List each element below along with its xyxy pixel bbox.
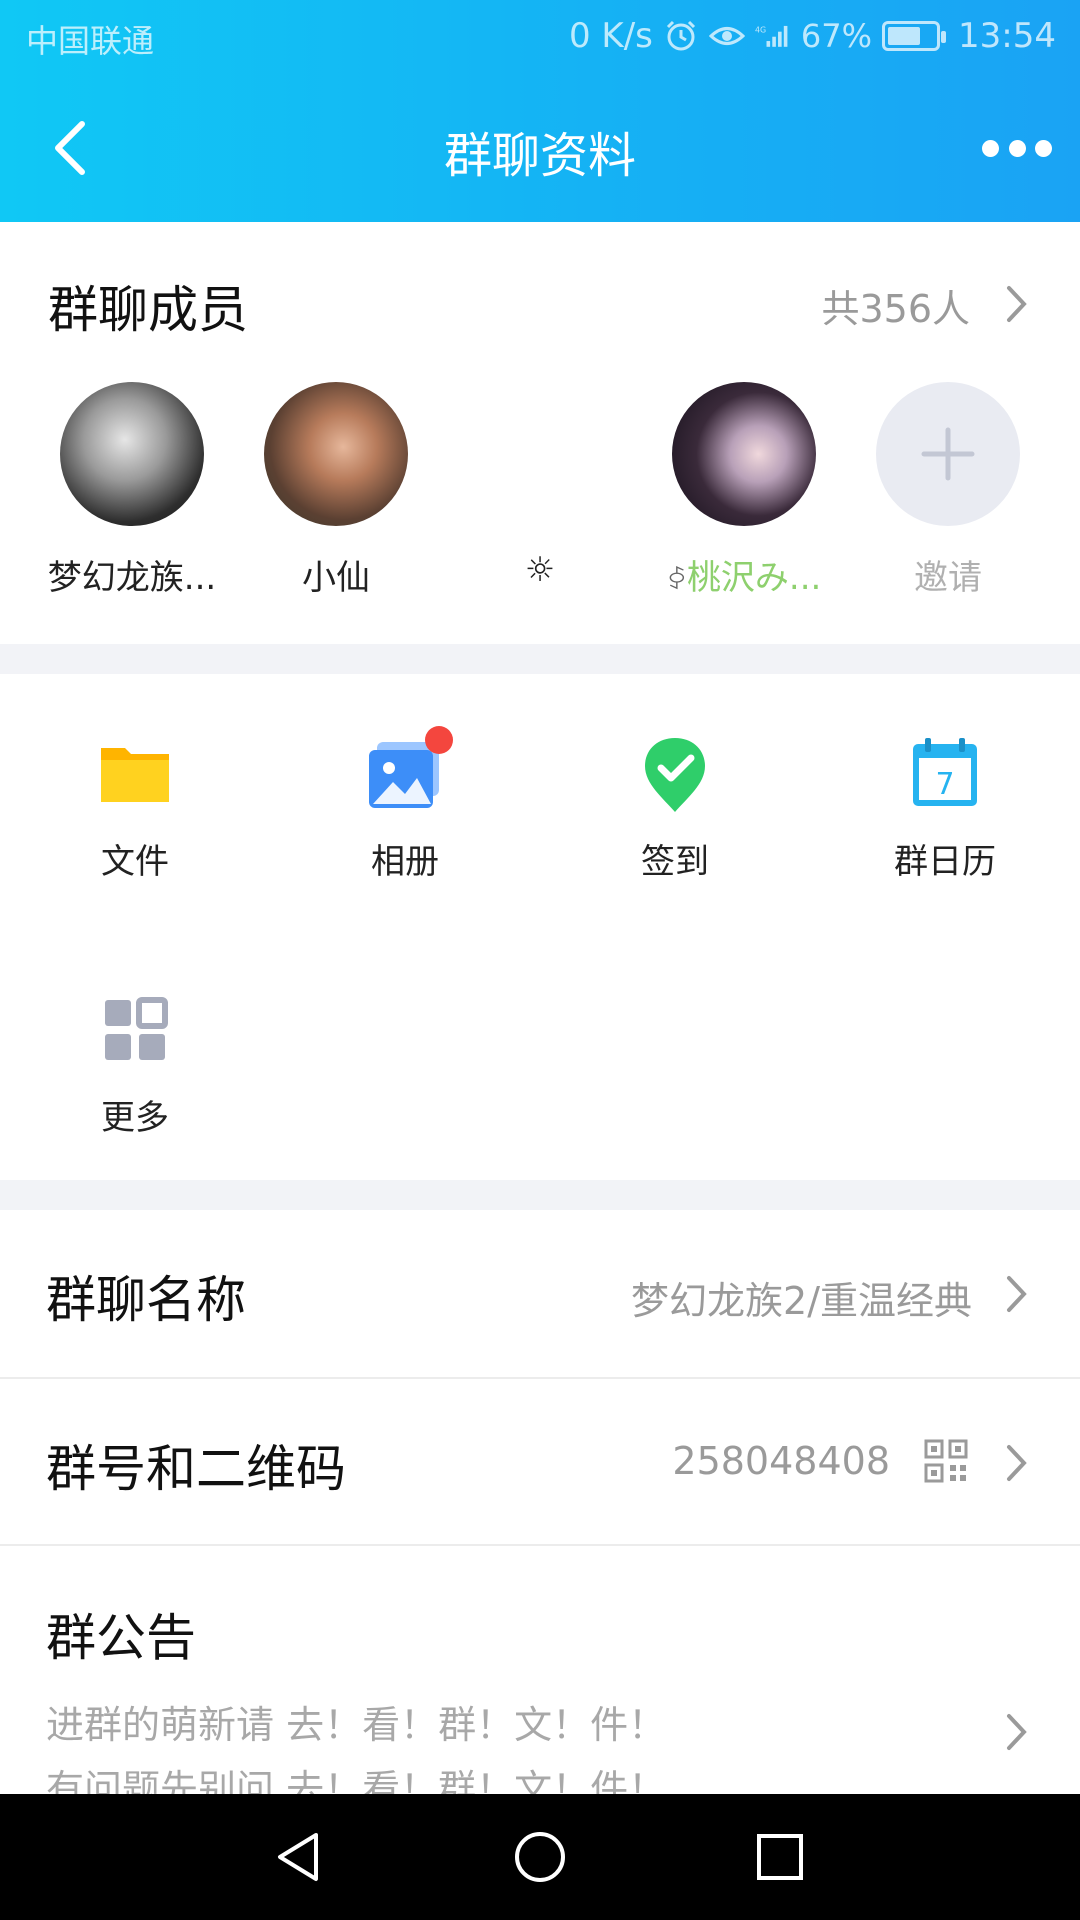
member-name: 桃沢み...	[686, 558, 822, 598]
avatar	[672, 382, 816, 526]
avatar	[264, 382, 408, 526]
member-item[interactable]: 小仙	[236, 382, 436, 599]
carrier-label: 中国联通	[26, 22, 155, 60]
status-indicators: 0 K/s 4G 67% 13:54	[569, 14, 1056, 58]
chevron-right-icon	[1007, 1276, 1027, 1312]
qr-code-icon[interactable]	[924, 1439, 968, 1483]
more-dots-icon[interactable]	[982, 120, 1052, 176]
group-profile-screen: 中国联通 0 K/s 4G 67% 13:54 群聊资料 群聊成员 共356人 …	[0, 0, 1080, 1920]
calendar-icon: 7	[905, 734, 985, 814]
eye-comfort-icon	[708, 18, 745, 54]
alarm-icon	[663, 18, 699, 54]
calendar-day: 7	[935, 767, 954, 802]
app-label: 签到	[641, 842, 709, 882]
members-chevron-right-icon	[1007, 286, 1027, 322]
member-item[interactable]: ꀆ桃沢み...	[644, 382, 844, 599]
app-label: 群日历	[894, 842, 996, 882]
status-bar: 中国联通 0 K/s 4G 67% 13:54	[0, 0, 1080, 74]
battery-icon	[882, 21, 947, 51]
app-label: 文件	[101, 842, 169, 882]
member-count: 共356人	[821, 287, 970, 331]
member-item[interactable]: ☼	[440, 382, 640, 590]
invite-label: 邀请	[914, 558, 982, 598]
clock: 13:54	[958, 16, 1056, 56]
avatar	[468, 382, 612, 526]
group-name-label: 群聊名称	[46, 1271, 246, 1329]
group-number-row[interactable]: 群号和二维码 258048408	[0, 1379, 1080, 1547]
app-album[interactable]: 相册	[270, 726, 540, 883]
member-avatars: 梦幻龙族... 小仙 ☼ ꀆ桃沢み... 邀请	[0, 382, 1080, 622]
app-checkin[interactable]: 签到	[540, 734, 810, 883]
notification-badge	[425, 726, 453, 754]
group-number-label: 群号和二维码	[46, 1440, 346, 1498]
chevron-right-icon	[1007, 1714, 1027, 1750]
section-gap	[0, 644, 1080, 674]
avatar	[60, 382, 204, 526]
member-name: ☼	[524, 550, 556, 590]
checkin-icon	[635, 734, 715, 814]
member-name: 梦幻龙族...	[47, 558, 217, 598]
title-bar: 群聊资料	[0, 100, 1080, 196]
member-item[interactable]: 梦幻龙族...	[32, 382, 232, 599]
svg-text:4G: 4G	[755, 25, 766, 34]
invite-button[interactable]: 邀请	[848, 382, 1048, 599]
section-gap	[0, 1180, 1080, 1210]
member-name: 小仙	[302, 558, 370, 598]
battery-percent: 67%	[800, 17, 873, 55]
member-name-prefix: ꀆ	[666, 566, 687, 596]
page-title: 群聊资料	[443, 128, 636, 184]
nav-home-icon[interactable]	[510, 1827, 570, 1887]
group-name-value: 梦幻龙族2/重温经典	[631, 1279, 972, 1323]
nav-recents-icon[interactable]	[750, 1827, 810, 1887]
app-calendar[interactable]: 7 群日历	[810, 734, 1080, 883]
members-title: 群聊成员	[48, 281, 248, 339]
group-notice-row[interactable]: 群公告 进群的萌新请 去！看！群！文！件！ 有问题先别问 去！看！群！文！件！	[0, 1546, 1080, 1796]
signal-icon: 4G	[755, 18, 791, 54]
nav-back-icon[interactable]	[270, 1827, 330, 1887]
group-name-row[interactable]: 群聊名称 梦幻龙族2/重温经典	[0, 1210, 1080, 1378]
folder-icon	[95, 734, 175, 814]
app-files[interactable]: 文件	[0, 734, 270, 883]
header: 中国联通 0 K/s 4G 67% 13:54 群聊资料	[0, 0, 1080, 222]
notice-line: 有问题先别问 去！看！群！文！件！	[46, 1767, 667, 1796]
app-label: 更多	[101, 1098, 169, 1138]
notice-line: 进群的萌新请 去！看！群！文！件！	[46, 1703, 667, 1747]
members-section[interactable]: 群聊成员 共356人 梦幻龙族... 小仙 ☼ ꀆ桃沢み... 邀请	[0, 222, 1080, 644]
app-label: 相册	[371, 842, 439, 882]
photo-album-icon	[365, 726, 453, 814]
app-more[interactable]: 更多	[0, 990, 270, 1139]
grid-more-icon	[95, 990, 175, 1070]
member-name-wrap: ꀆ桃沢み...	[644, 550, 844, 599]
notice-label: 群公告	[46, 1609, 196, 1667]
system-nav-bar	[0, 1794, 1080, 1920]
net-speed: 0 K/s	[568, 16, 653, 56]
group-number-value: 258048408	[672, 1439, 890, 1483]
group-apps-grid: 文件 相册 签到 7 群日历 更多	[0, 674, 1080, 1180]
chevron-right-icon	[1007, 1445, 1027, 1481]
invite-plus-icon	[876, 382, 1020, 526]
